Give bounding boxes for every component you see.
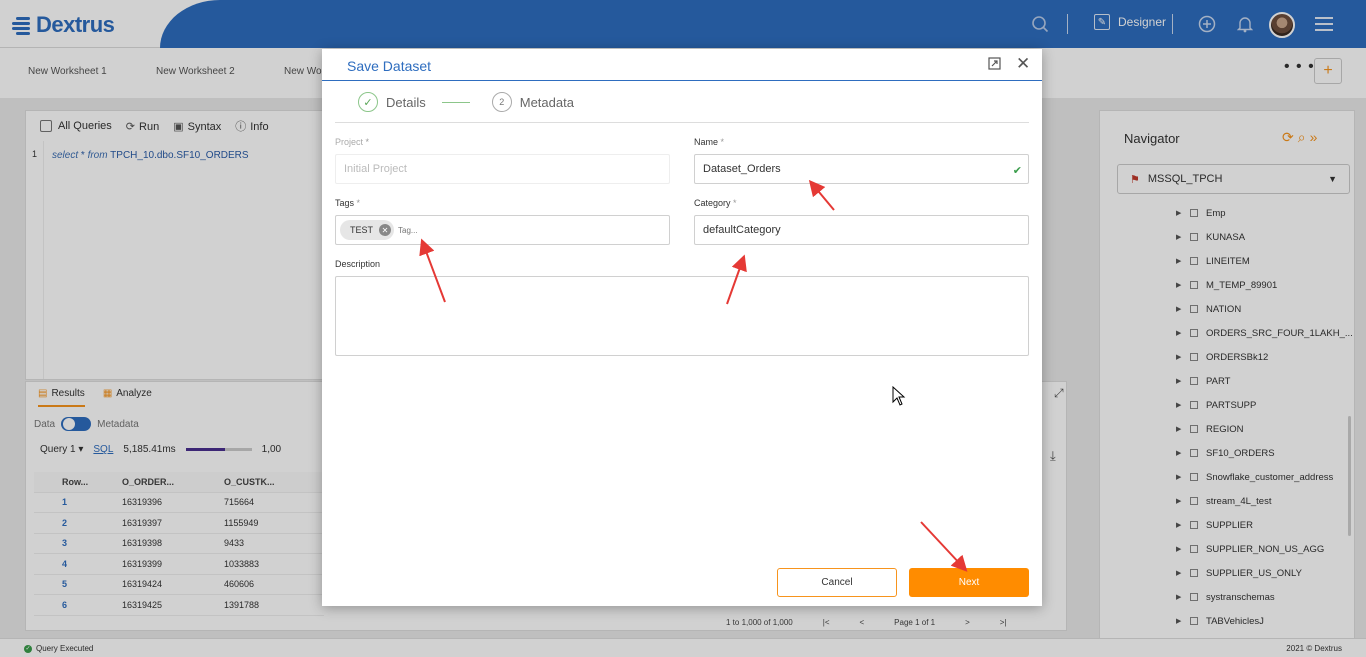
annotation-arrows <box>419 179 968 572</box>
annotation-arrow <box>808 179 835 211</box>
annotation-arrow <box>419 238 446 303</box>
annotation-arrow <box>920 521 968 572</box>
mouse-cursor-icon <box>892 386 906 406</box>
annotation-arrow <box>726 254 747 305</box>
